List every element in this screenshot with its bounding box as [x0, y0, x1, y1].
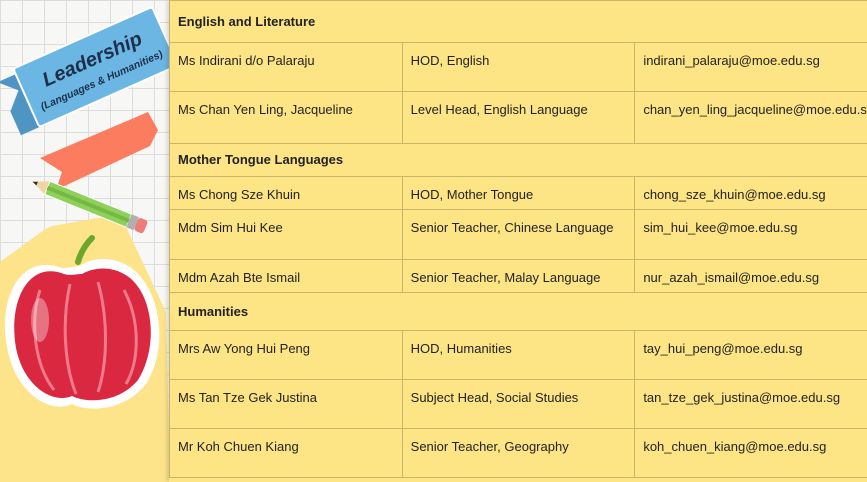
table-row: Ms Chong Sze Khuin HOD, Mother Tongue ch…: [169, 176, 867, 210]
staff-name: Mdm Azah Bte Ismail: [169, 259, 403, 293]
table-row: Ms Tan Tze Gek Justina Subject Head, Soc…: [169, 379, 867, 429]
decorative-sidebar: Leadership (Languages & Humanities): [0, 0, 170, 482]
staff-role: Senior Teacher, Malay Language: [401, 259, 636, 293]
leadership-table: English and Literature Ms Indirani d/o P…: [169, 0, 867, 478]
table-row: Ms Indirani d/o Palaraju HOD, English in…: [169, 42, 867, 92]
section-title: Humanities: [169, 292, 867, 331]
staff-role: Senior Teacher, Chinese Language: [401, 209, 636, 260]
section-header-row: English and Literature: [169, 0, 867, 43]
staff-name: Mr Koh Chuen Kiang: [169, 428, 403, 478]
staff-role: HOD, Humanities: [401, 330, 636, 380]
section-title: Mother Tongue Languages: [169, 143, 867, 177]
staff-role: HOD, English: [401, 42, 636, 92]
staff-email: tan_tze_gek_justina@moe.edu.sg: [634, 379, 867, 429]
table-row: Mrs Aw Yong Hui Peng HOD, Humanities tay…: [169, 330, 867, 380]
table-row: Mr Koh Chuen Kiang Senior Teacher, Geogr…: [169, 428, 867, 478]
staff-email: chong_sze_khuin@moe.edu.sg: [634, 176, 867, 210]
staff-name: Mrs Aw Yong Hui Peng: [169, 330, 403, 380]
coral-ribbon: [40, 112, 158, 190]
staff-role: Senior Teacher, Geography: [401, 428, 636, 478]
staff-email: nur_azah_ismail@moe.edu.sg: [634, 259, 867, 293]
staff-email: sim_hui_kee@moe.edu.sg: [634, 209, 867, 260]
staff-name: Ms Indirani d/o Palaraju: [169, 42, 403, 92]
section-header-row: Mother Tongue Languages: [169, 143, 867, 177]
table-row: Mdm Azah Bte Ismail Senior Teacher, Mala…: [169, 259, 867, 293]
staff-role: HOD, Mother Tongue: [401, 176, 636, 210]
section-header-row: Humanities: [169, 292, 867, 331]
staff-email: koh_chuen_kiang@moe.edu.sg: [634, 428, 867, 478]
staff-role: Subject Head, Social Studies: [401, 379, 636, 429]
section-title: English and Literature: [169, 0, 867, 43]
staff-email: indirani_palaraju@moe.edu.sg: [634, 42, 867, 92]
staff-role: Level Head, English Language: [401, 91, 636, 144]
table-row: Ms Chan Yen Ling, Jacqueline Level Head,…: [169, 91, 867, 144]
staff-name: Mdm Sim Hui Kee: [169, 209, 403, 260]
leadership-table-panel: English and Literature Ms Indirani d/o P…: [169, 0, 867, 482]
staff-name: Ms Tan Tze Gek Justina: [169, 379, 403, 429]
table-row: Mdm Sim Hui Kee Senior Teacher, Chinese …: [169, 209, 867, 260]
staff-name: Ms Chong Sze Khuin: [169, 176, 403, 210]
leadership-banner: Leadership (Languages & Humanities): [0, 6, 170, 482]
staff-email: tay_hui_peng@moe.edu.sg: [634, 330, 867, 380]
staff-email: chan_yen_ling_jacqueline@moe.edu.sg: [634, 91, 867, 144]
staff-name: Ms Chan Yen Ling, Jacqueline: [169, 91, 403, 144]
